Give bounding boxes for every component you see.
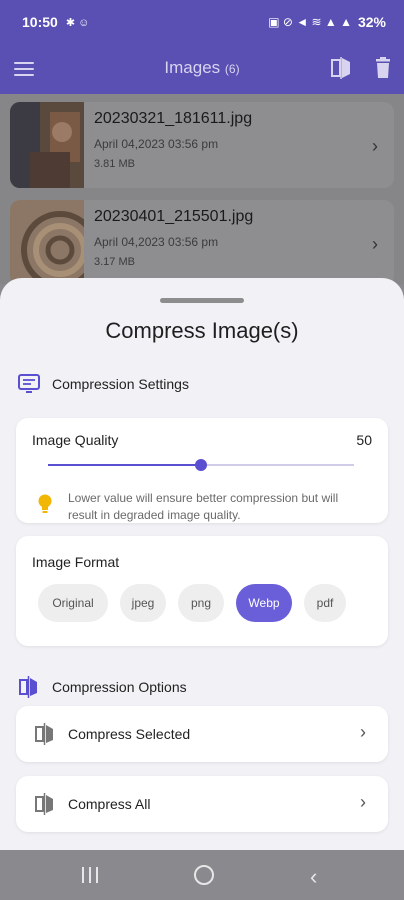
compare-icon — [19, 676, 37, 698]
image-thumbnail — [10, 102, 84, 188]
home-button[interactable] — [194, 865, 214, 885]
battery-level: 32% — [357, 14, 386, 30]
options-heading: Compression Options — [52, 679, 187, 695]
quality-hint: Lower value will ensure better compressi… — [68, 491, 339, 522]
compare-icon[interactable] — [330, 56, 352, 80]
signal-icons: ▣ ⊘ ◄ ≋ ▲ ▲ — [268, 15, 352, 29]
image-size: 3.81 MB — [94, 158, 135, 170]
quality-slider-fill — [48, 464, 201, 466]
settings-icon — [18, 374, 40, 393]
status-bar: 10:50 ✱ ☺ ▣ ⊘ ◄ ≋ ▲ ▲ 32% — [0, 0, 404, 44]
app-title-text: Images — [164, 58, 221, 77]
format-chip-webp[interactable]: Webp — [236, 584, 292, 622]
quality-card: Image Quality 50 Lower value will ensure… — [16, 418, 388, 523]
quality-label: Image Quality — [32, 432, 119, 448]
chevron-right-icon: › — [372, 136, 378, 156]
drag-handle[interactable] — [160, 298, 244, 303]
image-count: (6) — [224, 62, 240, 76]
format-label: Image Format — [32, 554, 120, 570]
compress-all-label: Compress All — [68, 796, 151, 812]
list-item[interactable]: 20230321_181611.jpg April 04,2023 03:56 … — [10, 102, 394, 188]
compress-bottom-sheet: Compress Image(s) Compression Settings I… — [0, 278, 404, 850]
image-list: 20230321_181611.jpg April 04,2023 03:56 … — [0, 94, 404, 286]
format-card: Image Format Original jpeg png Webp pdf — [16, 536, 388, 646]
app-bar: Images (6) — [0, 44, 404, 94]
chevron-right-icon: › — [372, 234, 378, 254]
back-button[interactable]: ‹ — [310, 864, 317, 890]
compress-all-button[interactable]: Compress All › — [16, 776, 388, 832]
image-name: 20230321_181611.jpg — [94, 110, 253, 127]
format-chip-original[interactable]: Original — [38, 584, 108, 622]
recent-apps-button[interactable] — [82, 867, 100, 883]
compare-icon — [35, 723, 53, 745]
quality-value: 50 — [356, 432, 372, 448]
image-date: April 04,2023 03:56 pm — [94, 137, 219, 151]
system-nav-bar: ‹ — [0, 850, 404, 900]
chevron-right-icon: › — [360, 792, 366, 812]
options-section-header: Compression Options — [18, 676, 187, 698]
compress-selected-label: Compress Selected — [68, 726, 191, 742]
lightbulb-icon — [38, 494, 52, 513]
quality-slider[interactable] — [48, 459, 354, 471]
format-chips: Original jpeg png Webp pdf — [38, 584, 346, 622]
image-thumbnail — [10, 200, 84, 286]
image-size: 3.17 MB — [94, 256, 135, 268]
format-chip-jpeg[interactable]: jpeg — [120, 584, 166, 622]
format-chip-png[interactable]: png — [178, 584, 224, 622]
delete-icon[interactable] — [374, 57, 392, 79]
sheet-title: Compress Image(s) — [105, 318, 299, 343]
image-name: 20230401_215501.jpg — [94, 208, 254, 225]
compare-icon — [35, 793, 53, 815]
image-date: April 04,2023 03:56 pm — [94, 235, 219, 249]
status-notification-icons: ✱ ☺ — [65, 16, 90, 29]
settings-section-header: Compression Settings — [18, 374, 189, 394]
status-right: ▣ ⊘ ◄ ≋ ▲ ▲ 32% — [268, 14, 386, 30]
status-time: 10:50 — [22, 14, 58, 30]
compress-selected-button[interactable]: Compress Selected › — [16, 706, 388, 762]
settings-heading: Compression Settings — [52, 376, 189, 392]
chevron-right-icon: › — [360, 722, 366, 742]
format-chip-pdf[interactable]: pdf — [304, 584, 346, 622]
quality-slider-thumb[interactable] — [195, 459, 207, 471]
list-item[interactable]: 20230401_215501.jpg April 04,2023 03:56 … — [10, 200, 394, 286]
